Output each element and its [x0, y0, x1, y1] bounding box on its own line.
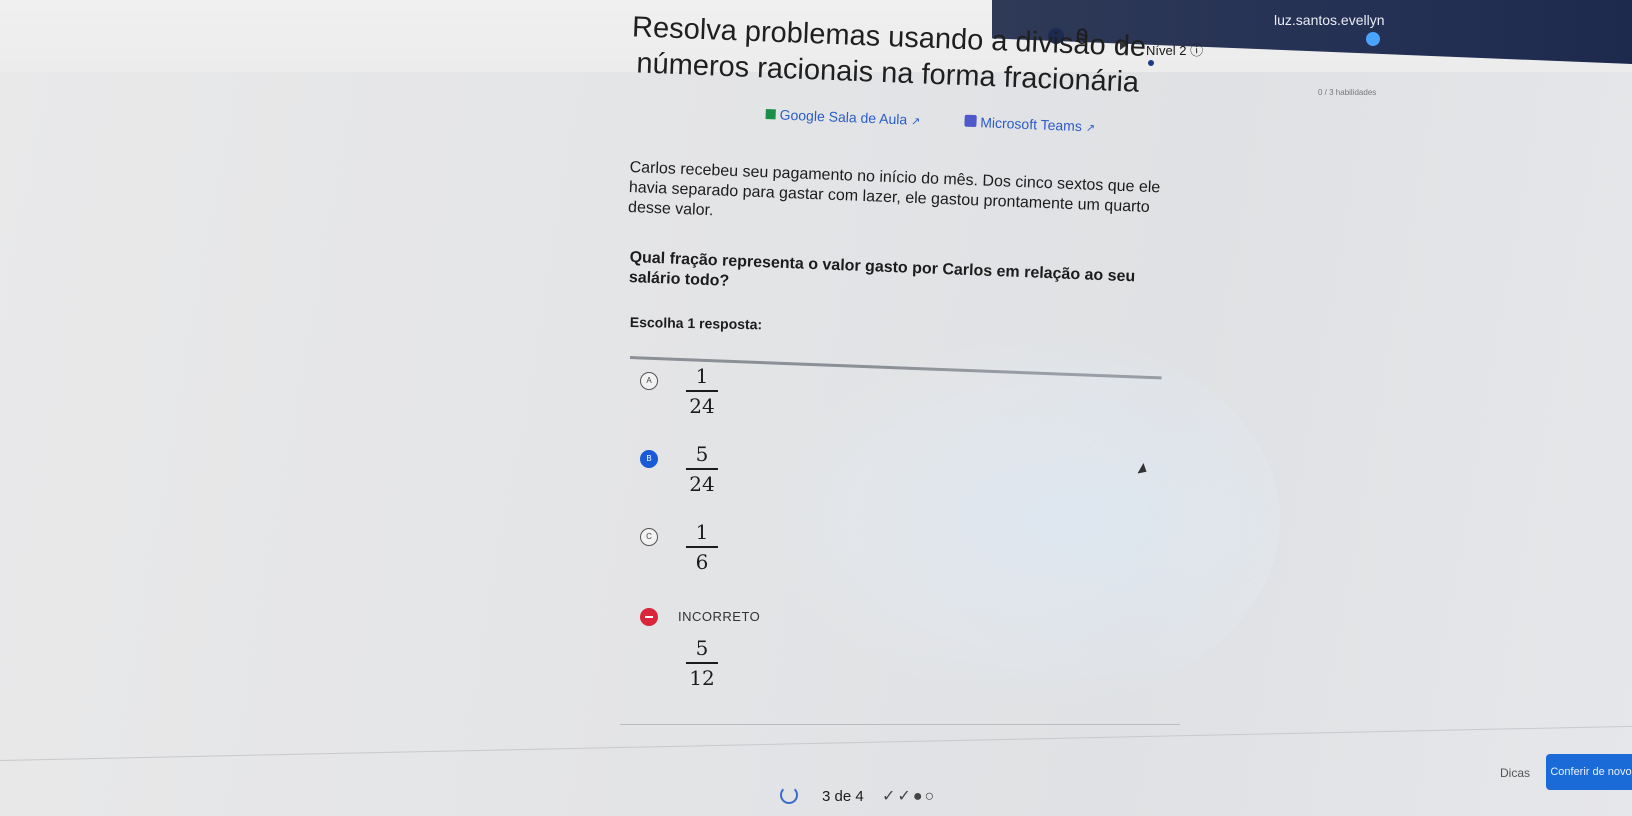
microsoft-teams-label: Microsoft Teams [979, 114, 1083, 135]
refresh-icon[interactable] [780, 786, 798, 804]
option-c-numerator: 1 [695, 520, 709, 544]
feedback-denominator: 12 [689, 666, 715, 690]
fraction-bar [686, 662, 718, 664]
google-classroom-link[interactable]: Google Sala de Aula ↗ [765, 106, 924, 128]
feedback-fraction: 5 12 [684, 636, 720, 690]
progress-label: 3 de 4 [822, 788, 864, 805]
incorrect-icon [640, 608, 658, 626]
microsoft-teams-icon [964, 114, 977, 128]
skills-badge: 0 / 3 habilidades [1318, 88, 1377, 97]
external-link-icon: ↗ [910, 115, 921, 128]
option-b-numerator: 5 [695, 442, 709, 466]
check-again-button[interactable]: Conferir de novo [1546, 754, 1632, 790]
question-text: Qual fração representa o valor gasto por… [628, 248, 1136, 290]
option-a-numerator: 1 [695, 364, 709, 388]
option-c-radio[interactable]: C [640, 528, 658, 546]
avatar[interactable] [1366, 32, 1380, 46]
incorrect-label: INCORRETO [678, 609, 761, 624]
option-a-radio[interactable]: A [640, 372, 658, 390]
fraction-bar [686, 390, 718, 392]
user-name[interactable]: luz.santos.evellyn [1274, 12, 1385, 28]
option-a-fraction: 1 24 [684, 364, 720, 418]
option-c-denominator: 6 [695, 550, 709, 574]
problem-text: Carlos recebeu seu pagamento no início d… [627, 158, 1161, 220]
choose-label: Escolha 1 resposta: [629, 314, 763, 333]
screen-glare [760, 330, 1280, 710]
fraction-bar [686, 546, 718, 548]
google-classroom-icon [765, 108, 776, 120]
option-a-denominator: 24 [689, 394, 715, 418]
content-divider [620, 724, 1180, 725]
share-links: Google Sala de Aula ↗ Microsoft Teams ↗ [765, 106, 1135, 136]
microsoft-teams-link[interactable]: Microsoft Teams ↗ [964, 114, 1095, 135]
option-b-denominator: 24 [689, 472, 715, 496]
footer-divider [0, 725, 1632, 761]
option-c-fraction: 1 6 [684, 520, 720, 574]
google-classroom-label: Google Sala de Aula [779, 106, 908, 128]
progress-marks: ✓✓●○ [882, 788, 937, 805]
fraction-bar [686, 468, 718, 470]
external-link-icon: ↗ [1085, 122, 1096, 135]
feedback-numerator: 5 [695, 636, 709, 660]
option-b-radio[interactable]: B [640, 450, 658, 468]
hints-button[interactable]: Dicas [1500, 766, 1530, 780]
option-b-fraction: 5 24 [684, 442, 720, 496]
